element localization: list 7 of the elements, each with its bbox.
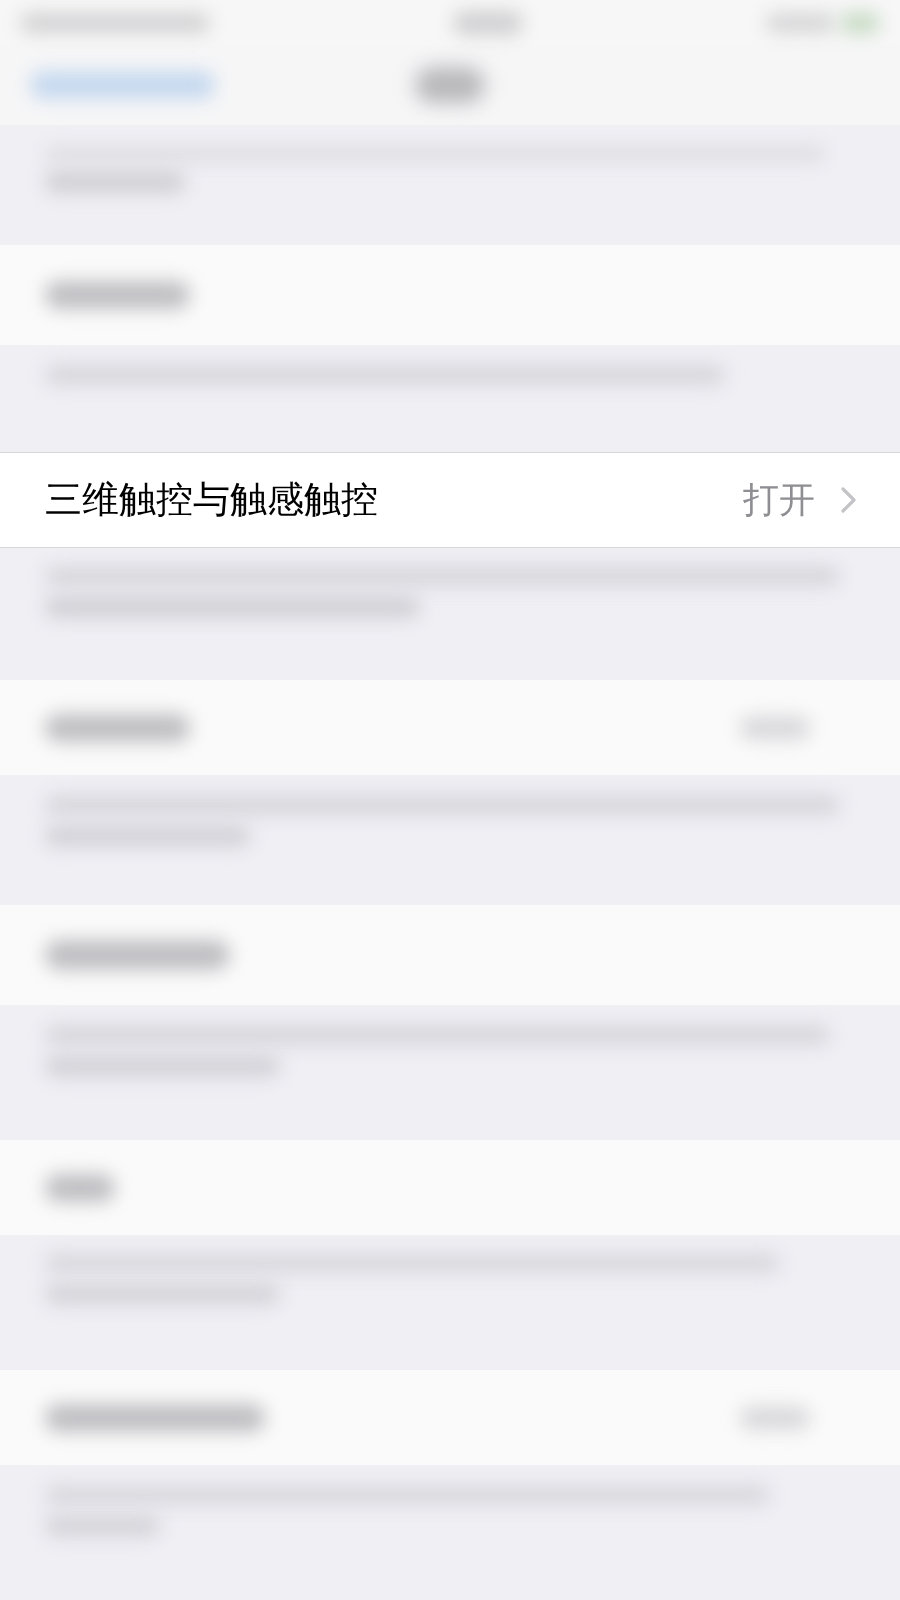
settings-row[interactable]: 三维触控与触感触控 打开 [0,452,900,548]
blurred-text [840,11,880,34]
blurred-text [45,1173,115,1202]
chevron-icon [841,487,856,513]
row-label: 三维触控与触感触控 [45,478,378,522]
blurred-text [415,67,485,103]
row-value: 打开 [743,478,815,522]
